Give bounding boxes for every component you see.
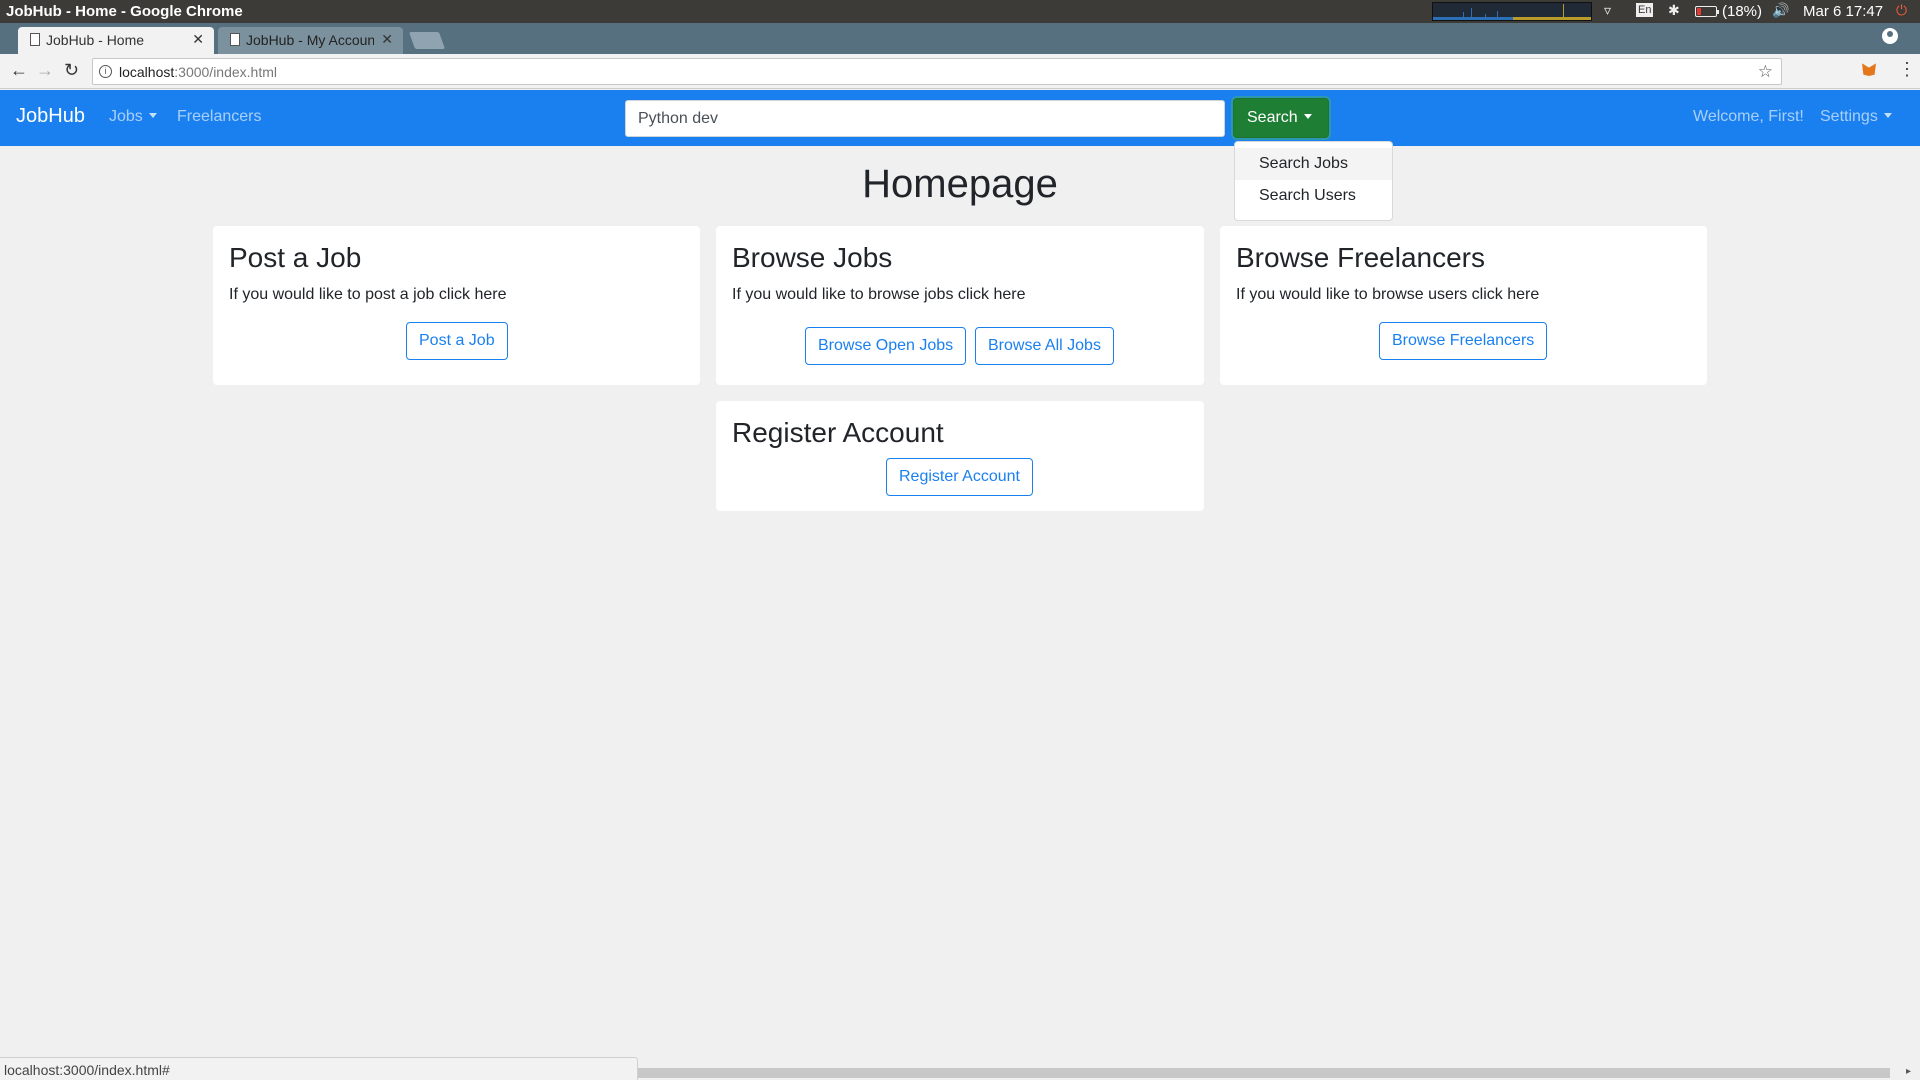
status-bar-url: localhost:3000/index.html# [0, 1057, 638, 1080]
reload-icon[interactable]: ↻ [64, 60, 79, 81]
browser-menu-icon[interactable]: ⋮ [1898, 59, 1916, 80]
close-icon[interactable]: ✕ [192, 31, 204, 48]
search-button[interactable]: Search [1233, 98, 1329, 138]
card-title: Post a Job [229, 242, 362, 273]
register-account-button[interactable]: Register Account [886, 458, 1033, 496]
browse-freelancers-card: Browse Freelancers If you would like to … [1220, 226, 1707, 385]
settings-dropdown-toggle[interactable]: Settings [1820, 108, 1892, 126]
caret-down-icon [148, 113, 157, 118]
tab-jobhub-home[interactable]: JobHub - Home ✕ [18, 27, 214, 54]
bluetooth-icon[interactable]: ✱ [1668, 2, 1680, 19]
register-account-card: Register Account Register Account [716, 401, 1204, 511]
url-host: localhost [119, 64, 175, 80]
freelancers-link[interactable]: Freelancers [177, 108, 261, 126]
card-text: If you would like to post a job click he… [229, 286, 507, 303]
forward-icon[interactable]: → [36, 60, 54, 81]
browse-all-jobs-button[interactable]: Browse All Jobs [975, 327, 1114, 365]
url-path: :3000/index.html [174, 64, 277, 80]
profile-icon[interactable] [1882, 28, 1898, 44]
wifi-icon[interactable]: ▿ [1604, 2, 1611, 19]
post-job-button[interactable]: Post a Job [406, 322, 508, 360]
scroll-right-arrow-icon[interactable]: ▸ [1906, 1066, 1911, 1077]
tab-label: JobHub - My Account [246, 32, 374, 48]
keyboard-layout-icon[interactable]: En [1636, 3, 1654, 17]
browse-freelancers-button[interactable]: Browse Freelancers [1379, 322, 1548, 360]
back-icon[interactable]: ← [10, 60, 28, 81]
card-title: Browse Jobs [732, 242, 893, 273]
welcome-text: Welcome, First! [1693, 108, 1804, 125]
bookmark-star-icon[interactable]: ☆ [1758, 62, 1773, 82]
search-input[interactable] [625, 100, 1225, 137]
card-title: Register Account [732, 417, 944, 448]
caret-down-icon [1303, 114, 1312, 119]
jobs-dropdown-toggle[interactable]: Jobs [109, 108, 157, 126]
info-icon[interactable]: i [99, 65, 112, 78]
card-title: Browse Freelancers [1236, 242, 1485, 273]
browser-tab-strip: JobHub - Home ✕ JobHub - My Account ✕ [0, 23, 1920, 54]
caret-down-icon [1883, 113, 1892, 118]
settings-label: Settings [1820, 108, 1878, 125]
metamask-extension-icon[interactable] [1862, 63, 1876, 76]
card-text: If you would like to browse users click … [1236, 286, 1540, 303]
post-job-card: Post a Job If you would like to post a j… [213, 226, 700, 385]
browse-jobs-card: Browse Jobs If you would like to browse … [716, 226, 1204, 385]
app-navbar: JobHub Jobs Freelancers Search Welcome, … [0, 90, 1920, 146]
page-title: Homepage [862, 162, 1058, 206]
scrollbar-track [1890, 1066, 1920, 1080]
browser-toolbar: ← → ↻ i localhost:3000/index.html ☆ ⋮ [0, 54, 1920, 89]
close-icon[interactable]: ✕ [381, 31, 393, 48]
page-icon [30, 33, 40, 46]
new-tab-button[interactable] [408, 32, 446, 49]
search-button-label: Search [1247, 109, 1298, 126]
volume-icon[interactable]: 🔊 [1772, 2, 1789, 19]
os-top-bar: JobHub - Home - Google Chrome ▿ En ✱ (18… [0, 0, 1920, 23]
horizontal-scrollbar[interactable] [638, 1068, 1890, 1078]
battery-percent: (18%) [1722, 3, 1763, 20]
battery-icon[interactable] [1695, 6, 1719, 17]
browse-open-jobs-button[interactable]: Browse Open Jobs [805, 327, 967, 365]
clock[interactable]: Mar 6 17:47 [1803, 3, 1883, 20]
tab-jobhub-my-account[interactable]: JobHub - My Account ✕ [218, 27, 403, 54]
card-text: If you would like to browse jobs click h… [732, 286, 1026, 303]
brand-logo[interactable]: JobHub [16, 105, 85, 128]
system-monitor-graph [1432, 2, 1592, 21]
window-title: JobHub - Home - Google Chrome [6, 3, 243, 20]
address-bar[interactable]: i localhost:3000/index.html ☆ [92, 58, 1782, 85]
power-icon[interactable]: ⏻ [1896, 2, 1907, 19]
jobs-label: Jobs [109, 108, 143, 125]
tab-label: JobHub - Home [46, 32, 145, 48]
page-icon [230, 33, 240, 46]
